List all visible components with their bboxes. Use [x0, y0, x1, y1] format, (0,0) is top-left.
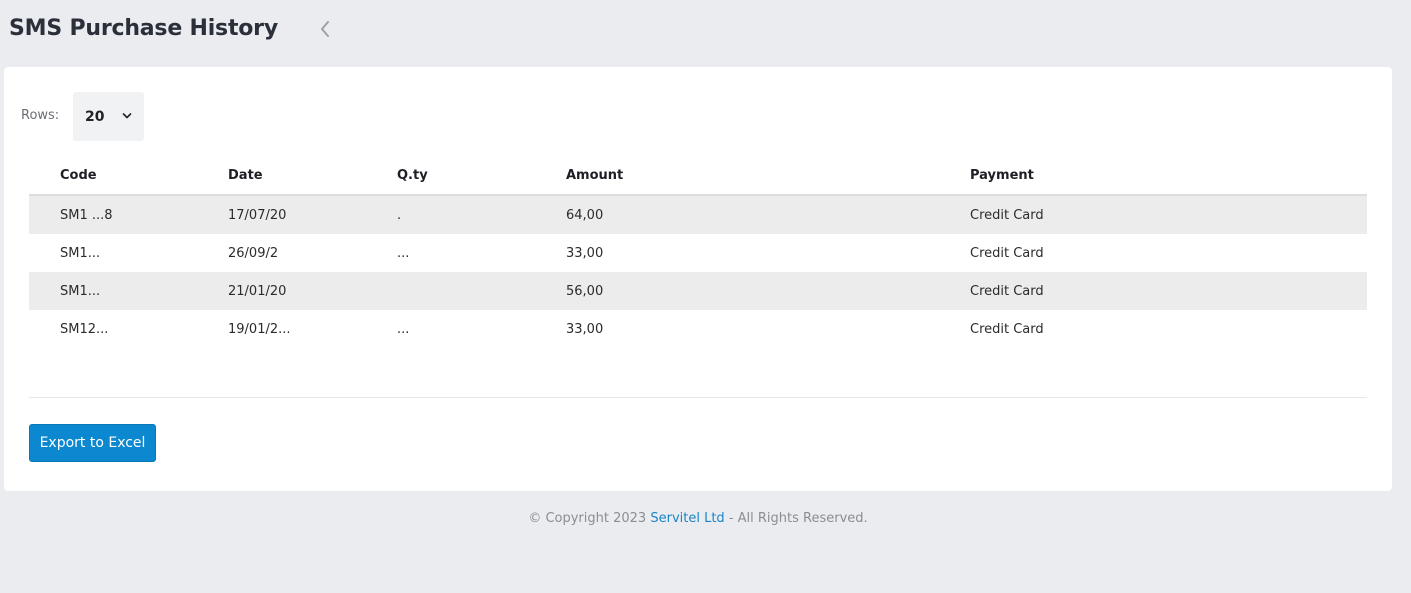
cell-date: 17/07/20 [228, 208, 287, 223]
cell-date: 21/01/20 [228, 284, 287, 299]
table-row: SM1... 21/01/20 56,00 Credit Card [29, 272, 1367, 310]
footer-rights: - All Rights Reserved. [724, 511, 868, 526]
cell-date: 26/09/2 [228, 246, 279, 261]
cell-qty: ... [397, 322, 410, 337]
cell-amount: 56,00 [566, 284, 604, 299]
cell-payment: Credit Card [970, 246, 1044, 261]
chevron-down-icon [122, 113, 132, 119]
column-header-code[interactable]: Code [60, 168, 97, 183]
rows-label: Rows: [21, 108, 60, 123]
purchase-table: Code Date Q.ty Amount Payment SM1 ...8 1… [29, 156, 1367, 348]
rows-select[interactable]: 20 [73, 92, 144, 141]
chevron-left-icon[interactable] [318, 20, 332, 38]
cell-code: SM1... [60, 284, 101, 299]
cell-payment: Credit Card [970, 322, 1044, 337]
cell-amount: 33,00 [566, 322, 604, 337]
column-header-amount[interactable]: Amount [566, 168, 623, 183]
footer-copyright: © Copyright 2023 [528, 511, 651, 526]
table-header: Code Date Q.ty Amount Payment [29, 156, 1367, 196]
footer-company-link[interactable]: Servitel Ltd [650, 511, 724, 526]
cell-qty: . [397, 208, 402, 223]
table-row: SM12... 19/01/2... ... 33,00 Credit Card [29, 310, 1367, 348]
cell-payment: Credit Card [970, 208, 1044, 223]
page-header: SMS Purchase History [9, 12, 278, 44]
export-to-excel-button[interactable]: Export to Excel [29, 424, 156, 462]
cell-amount: 33,00 [566, 246, 604, 261]
page-title: SMS Purchase History [9, 15, 278, 41]
purchase-history-card: Rows: 20 Code Date Q.ty Amount Payment S… [4, 67, 1392, 491]
cell-code: SM1 ...8 [60, 208, 113, 223]
column-header-date[interactable]: Date [228, 168, 263, 183]
cell-date: 19/01/2... [228, 322, 291, 337]
cell-code: SM12... [60, 322, 109, 337]
divider [29, 397, 1367, 398]
cell-amount: 64,00 [566, 208, 604, 223]
table-row: SM1... 26/09/2 ... 33,00 Credit Card [29, 234, 1367, 272]
table-row: SM1 ...8 17/07/20 . 64,00 Credit Card [29, 196, 1367, 234]
cell-code: SM1... [60, 246, 101, 261]
column-header-payment[interactable]: Payment [970, 168, 1034, 183]
footer: © Copyright 2023 Servitel Ltd - All Righ… [0, 511, 1396, 526]
rows-select-value: 20 [85, 108, 105, 125]
column-header-qty[interactable]: Q.ty [397, 168, 428, 183]
cell-payment: Credit Card [970, 284, 1044, 299]
cell-qty: ... [397, 246, 410, 261]
